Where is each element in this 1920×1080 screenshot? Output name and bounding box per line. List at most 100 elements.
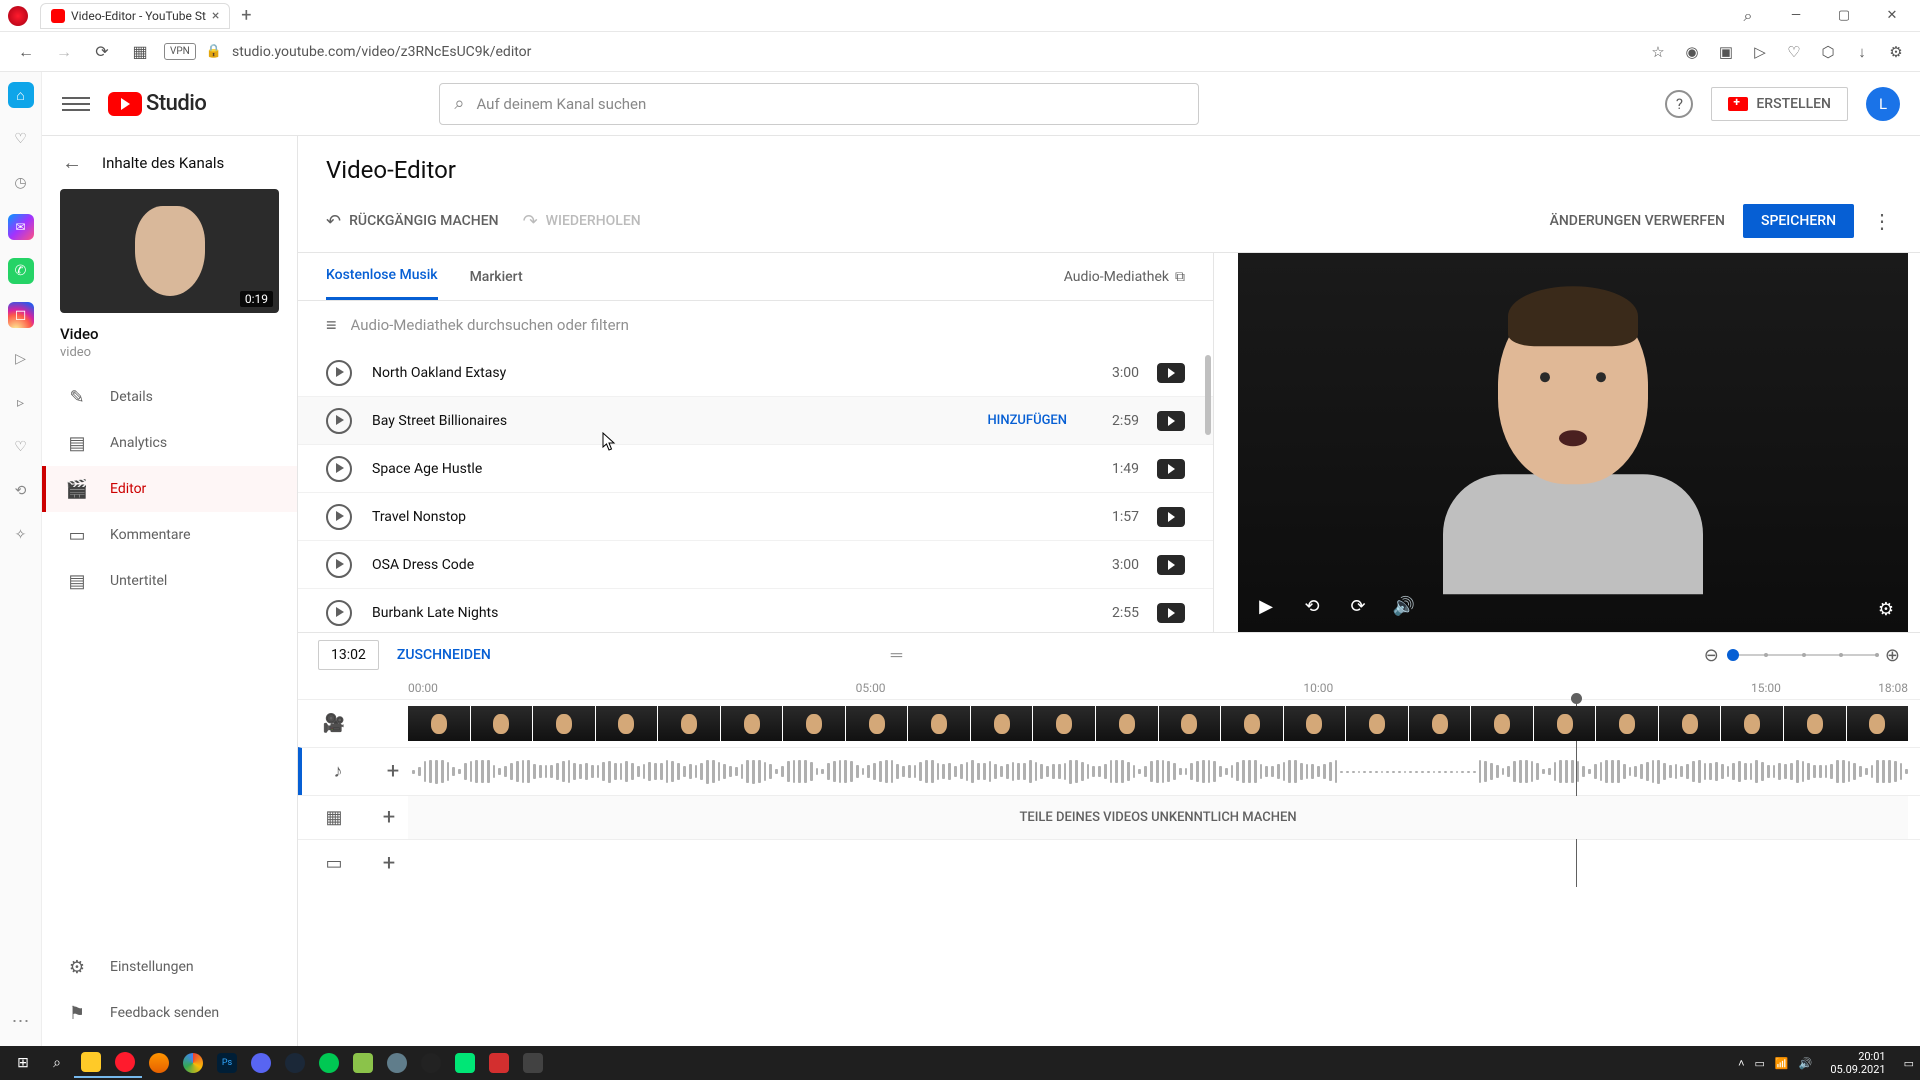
video-track[interactable] [408,700,1908,747]
timecode-input[interactable]: 13:02 [318,640,379,670]
easysetup-icon[interactable]: ⚙ [1884,40,1908,64]
nav-settings[interactable]: ⚙ Einstellungen [42,944,297,990]
tray-wifi-icon[interactable]: 📶 [1775,1057,1789,1070]
tray-chevron-icon[interactable]: ˄ [1738,1057,1744,1070]
youtube-badge-icon[interactable] [1157,507,1185,527]
app-icon[interactable] [482,1048,516,1078]
track-row[interactable]: Travel Nonstop 1:57 [298,493,1213,541]
app-icon[interactable] [516,1048,550,1078]
timeline-ruler[interactable]: 00:00 05:00 10:00 15:00 18:08 [298,677,1920,699]
opera-logo-icon[interactable] [8,6,28,26]
bookmark-icon[interactable]: ☆ [1646,40,1670,64]
track-list[interactable]: North Oakland Extasy 3:00 Bay Street Bil… [298,349,1213,632]
player-icon[interactable]: ▷ [8,346,34,372]
speed-dial-icon[interactable]: ▦ [126,38,154,66]
zoom-out-icon[interactable]: ⊖ [1704,645,1719,666]
minimize-button[interactable]: — [1776,2,1816,30]
track-row[interactable]: North Oakland Extasy 3:00 [298,349,1213,397]
track-row[interactable]: OSA Dress Code 3:00 [298,541,1213,589]
youtube-badge-icon[interactable] [1157,363,1185,383]
url-text[interactable]: studio.youtube.com/video/z3RNcEsUC9k/edi… [232,44,531,60]
undo-button[interactable]: ↶ RÜCKGÄNGIG MACHEN [326,211,499,232]
nav-subtitles[interactable]: ▤ Untertitel [42,558,297,604]
endscreen-track[interactable] [408,840,1908,887]
youtube-badge-icon[interactable] [1157,459,1185,479]
app-icon[interactable] [312,1048,346,1078]
taskbar-clock[interactable]: 20:01 05.09.2021 [1822,1050,1893,1076]
photoshop-icon[interactable]: Ps [210,1048,244,1078]
app-icon[interactable] [346,1048,380,1078]
whatsapp-icon[interactable]: ✆ [8,258,34,284]
filter-input[interactable] [351,316,1185,334]
reload-button[interactable]: ⟳ [88,38,116,66]
pinboards-icon[interactable]: ✧ [8,522,34,548]
app-icon[interactable] [380,1048,414,1078]
close-tab-icon[interactable]: × [212,8,219,24]
notifications-icon[interactable]: ▭ [1904,1057,1914,1070]
more-menu-button[interactable]: ⋮ [1872,209,1892,233]
nav-analytics[interactable]: ▤ Analytics [42,420,297,466]
heart-icon[interactable]: ♡ [1782,40,1806,64]
obs-icon[interactable] [414,1048,448,1078]
search-input[interactable] [476,95,1184,113]
vpn-badge[interactable]: VPN [164,43,196,60]
nav-back-button[interactable]: ← [12,38,40,66]
menu-button[interactable] [62,90,90,118]
start-button[interactable]: ⊞ [6,1048,40,1078]
browser-tab[interactable]: Video-Editor - YouTube St × [40,3,230,29]
audio-waveform[interactable] [412,762,1908,781]
add-endscreen-button[interactable]: + [370,851,408,876]
youtube-badge-icon[interactable] [1157,555,1185,575]
nav-comments[interactable]: ▭ Kommentare [42,512,297,558]
audio-track[interactable] [412,748,1908,795]
account-avatar[interactable]: L [1866,87,1900,121]
forward-button[interactable]: ⟳ [1344,592,1372,620]
tray-volume-icon[interactable]: 🔊 [1799,1057,1813,1070]
tab-free-music[interactable]: Kostenlose Musik [326,253,438,300]
history-clock-icon[interactable]: ◷ [8,170,34,196]
blur-track[interactable]: TEILE DEINES VIDEOS UNKENNTLICH MACHEN [408,796,1908,839]
discard-button[interactable]: ÄNDERUNGEN VERWERFEN [1550,213,1725,229]
track-row[interactable]: Bay Street Billionaires HINZUFÜGEN 2:59 [298,397,1213,445]
heart-sidebar-icon[interactable]: ♡ [8,434,34,460]
cube-icon[interactable]: ⬡ [1816,40,1840,64]
tab-starred[interactable]: Markiert [470,255,523,299]
workspace-icon[interactable]: ⌂ [8,82,34,108]
nav-forward-button[interactable]: → [50,38,78,66]
trim-button[interactable]: ZUSCHNEIDEN [397,647,491,663]
steam-icon[interactable] [278,1048,312,1078]
opera-taskbar-icon[interactable] [108,1048,142,1078]
add-track-button[interactable]: HINZUFÜGEN [987,413,1067,428]
messenger-icon[interactable]: ✉ [8,214,34,240]
play-track-icon[interactable] [326,408,352,434]
blur-prompt[interactable]: TEILE DEINES VIDEOS UNKENNTLICH MACHEN [408,796,1908,839]
discord-icon[interactable] [244,1048,278,1078]
youtube-badge-icon[interactable] [1157,411,1185,431]
add-blur-button[interactable]: + [370,805,408,830]
video-clip[interactable] [408,706,1908,741]
instagram-icon[interactable]: ◻ [8,302,34,328]
redo-button[interactable]: ↷ WIEDERHOLEN [523,211,641,232]
lock-icon[interactable]: 🔒 [206,44,222,59]
firefox-icon[interactable] [142,1048,176,1078]
scrollbar-thumb[interactable] [1205,355,1211,435]
zoom-in-icon[interactable]: ⊕ [1885,645,1900,666]
resize-handle-icon[interactable]: ═ [891,645,904,665]
video-thumbnail[interactable]: 0:19 [60,189,279,313]
create-button[interactable]: ERSTELLEN [1711,87,1848,121]
preview-settings-icon[interactable]: ⚙ [1878,599,1894,620]
save-button[interactable]: SPEICHERN [1743,204,1854,238]
channel-search[interactable]: ⌕ [439,83,1199,125]
nav-details[interactable]: ✎ Details [42,374,297,420]
studio-logo[interactable]: Studio [108,91,206,116]
volume-button[interactable]: 🔊 [1390,592,1418,620]
zoom-slider-thumb[interactable] [1727,649,1739,661]
video-preview[interactable]: ▶ ⟲ ⟳ 🔊 ⚙ [1238,253,1908,632]
play-track-icon[interactable] [326,360,352,386]
play-track-icon[interactable] [326,456,352,482]
play-track-icon[interactable] [326,552,352,578]
audio-library-link[interactable]: Audio-Mediathek ⧉ [1064,269,1185,285]
send-icon[interactable]: ▷ [1748,40,1772,64]
sidebar-more-icon[interactable]: ⋯ [12,1011,30,1032]
maximize-button[interactable]: ▢ [1824,2,1864,30]
